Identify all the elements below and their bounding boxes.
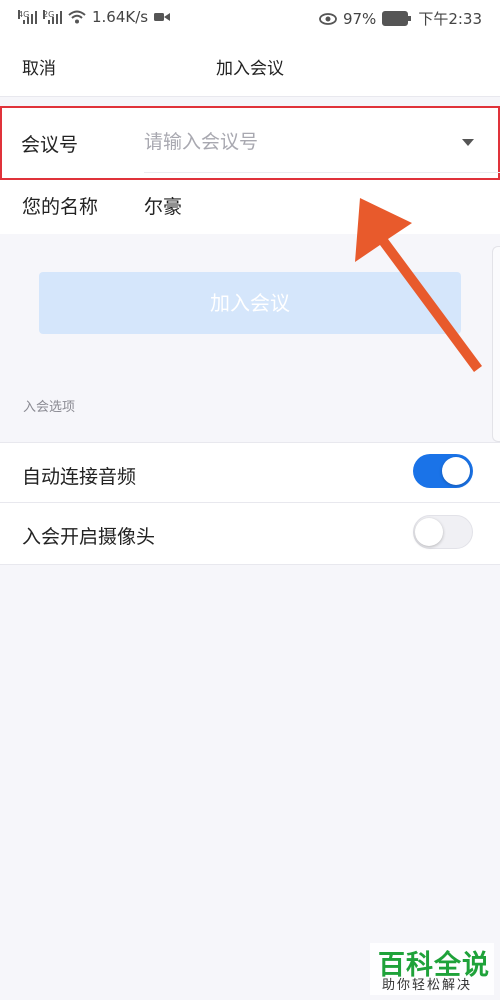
join-meeting-button[interactable]: 加入会议 (39, 272, 461, 334)
cell-signal-2-icon: 2G (43, 10, 62, 24)
wifi-icon (68, 10, 86, 24)
meeting-id-label: 会议号 (21, 134, 79, 156)
video-camera-icon (154, 13, 171, 21)
watermark-subtitle: 助你轻松解决 (382, 978, 473, 993)
toggle-knob (415, 518, 443, 546)
camera-on-toggle[interactable] (413, 515, 473, 549)
page-title: 加入会议 (216, 59, 284, 79)
status-right: 97% 下午2:33 (319, 8, 482, 29)
row-divider (144, 172, 500, 173)
eye-icon (319, 12, 337, 25)
options-section-label: 入会选项 (23, 400, 76, 415)
top-nav-bar: 取消 加入会议 (0, 34, 500, 97)
camera-on-label: 入会开启摄像头 (22, 526, 156, 548)
auto-audio-toggle[interactable] (413, 454, 473, 488)
status-left: 4G 2G 1.64K/s (18, 8, 171, 26)
meeting-id-input[interactable] (144, 128, 444, 156)
options-divider (0, 502, 500, 503)
battery-icon (382, 11, 412, 26)
status-bar: 4G 2G 1.64K/s 97% 下午2:33 (0, 0, 500, 34)
cell-signal-icon: 4G (18, 10, 37, 24)
side-scroll-handle[interactable] (492, 246, 500, 442)
network-type-2: 2G (43, 10, 55, 19)
auto-audio-label: 自动连接音频 (22, 466, 137, 488)
display-name-input[interactable]: 尔豪 (144, 192, 182, 219)
battery-percent: 97% (342, 9, 377, 28)
clock: 下午2:33 (418, 10, 482, 28)
toggle-knob (442, 457, 470, 485)
meeting-history-dropdown-icon[interactable] (462, 139, 474, 146)
network-type-1: 4G (18, 10, 30, 19)
network-speed: 1.64K/s (92, 8, 149, 26)
display-name-label: 您的名称 (22, 196, 99, 218)
